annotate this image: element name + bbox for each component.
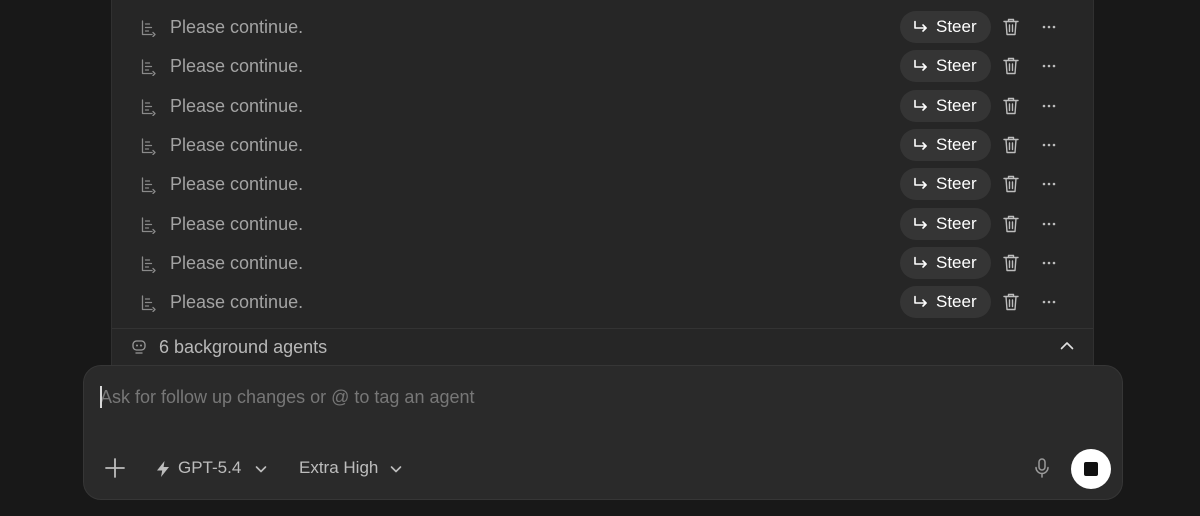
queued-message-row: Please continue. Steer [112, 165, 1093, 204]
steer-label: Steer [936, 292, 977, 312]
plus-icon[interactable] [104, 457, 126, 479]
queued-message-text: Please continue. [170, 56, 304, 77]
more-dots-icon[interactable] [1040, 135, 1058, 155]
microphone-icon[interactable] [1032, 457, 1052, 479]
steer-button[interactable]: Steer [900, 168, 991, 201]
queued-message-row: Please continue. Steer [112, 47, 1093, 86]
return-arrow-icon [912, 137, 929, 154]
queued-message-text: Please continue. [170, 134, 304, 155]
queued-message-row: Please continue. Steer [112, 126, 1093, 165]
background-agents-row[interactable]: 6 background agents [112, 330, 1093, 366]
trash-icon[interactable] [1002, 96, 1020, 116]
more-dots-icon[interactable] [1040, 174, 1058, 194]
steer-label: Steer [936, 95, 977, 115]
more-dots-icon[interactable] [1040, 253, 1058, 273]
return-arrow-icon [912, 294, 929, 311]
return-arrow-icon [912, 176, 929, 193]
queued-message-icon [140, 216, 158, 234]
steer-button[interactable]: Steer [900, 207, 991, 240]
queued-message-icon [140, 98, 158, 116]
agent-robot-icon [130, 337, 148, 355]
steer-button[interactable]: Steer [900, 89, 991, 122]
queued-message-text: Please continue. [170, 252, 304, 273]
follow-up-input[interactable] [100, 384, 1000, 410]
model-label: GPT-5.4 [178, 458, 242, 477]
queued-message-row: Please continue. Steer [112, 8, 1093, 47]
steer-label: Steer [936, 213, 977, 233]
queued-message-icon [140, 58, 158, 77]
more-dots-icon[interactable] [1040, 292, 1058, 312]
queued-message-text: Please continue. [170, 292, 304, 313]
steer-button[interactable]: Steer [900, 128, 991, 161]
steer-label: Steer [936, 134, 977, 154]
queued-messages-panel: Please continue. Steer Please continue. … [111, 0, 1094, 370]
queued-message-row: Please continue. Steer [112, 205, 1093, 244]
queued-message-row: Please continue. Steer [112, 283, 1093, 322]
queued-message-icon [140, 19, 158, 37]
queued-message-text: Please continue. [170, 213, 304, 234]
more-dots-icon[interactable] [1040, 96, 1058, 116]
queued-message-text: Please continue. [170, 17, 304, 37]
stop-button[interactable] [1071, 449, 1111, 489]
steer-label: Steer [936, 56, 977, 76]
steer-button[interactable]: Steer [900, 11, 991, 43]
chevron-down-icon [389, 462, 403, 476]
queued-message-icon [140, 255, 158, 273]
chevron-up-icon[interactable] [1058, 337, 1076, 355]
steer-label: Steer [936, 17, 977, 36]
composer: GPT-5.4 Extra High [83, 365, 1123, 500]
queued-message-icon [140, 137, 158, 155]
trash-icon[interactable] [1002, 135, 1020, 155]
more-dots-icon[interactable] [1040, 56, 1058, 76]
effort-label: Extra High [299, 458, 379, 477]
divider [112, 328, 1093, 329]
steer-label: Steer [936, 174, 977, 194]
queued-message-icon [140, 176, 158, 195]
return-arrow-icon [912, 19, 929, 36]
queued-message-icon [140, 294, 158, 313]
trash-icon[interactable] [1002, 17, 1020, 37]
steer-button[interactable]: Steer [900, 246, 991, 279]
queued-message-row: Please continue. Steer [112, 87, 1093, 126]
text-caret [100, 386, 102, 408]
queued-message-row: Please continue. Steer [112, 244, 1093, 283]
more-dots-icon[interactable] [1040, 17, 1058, 37]
steer-button[interactable]: Steer [900, 286, 991, 319]
trash-icon[interactable] [1002, 214, 1020, 234]
return-arrow-icon [912, 58, 929, 75]
return-arrow-icon [912, 98, 929, 115]
trash-icon[interactable] [1002, 292, 1020, 312]
more-dots-icon[interactable] [1040, 214, 1058, 234]
return-arrow-icon [912, 216, 929, 233]
trash-icon[interactable] [1002, 174, 1020, 194]
queued-message-text: Please continue. [170, 95, 304, 116]
trash-icon[interactable] [1002, 56, 1020, 76]
bolt-icon [154, 460, 172, 478]
trash-icon[interactable] [1002, 253, 1020, 273]
queued-message-text: Please continue. [170, 174, 304, 195]
steer-label: Steer [936, 252, 977, 272]
background-agents-label: 6 background agents [159, 337, 328, 357]
steer-button[interactable]: Steer [900, 50, 991, 83]
stop-icon [1084, 462, 1098, 476]
chevron-down-icon [254, 462, 268, 476]
return-arrow-icon [912, 255, 929, 272]
